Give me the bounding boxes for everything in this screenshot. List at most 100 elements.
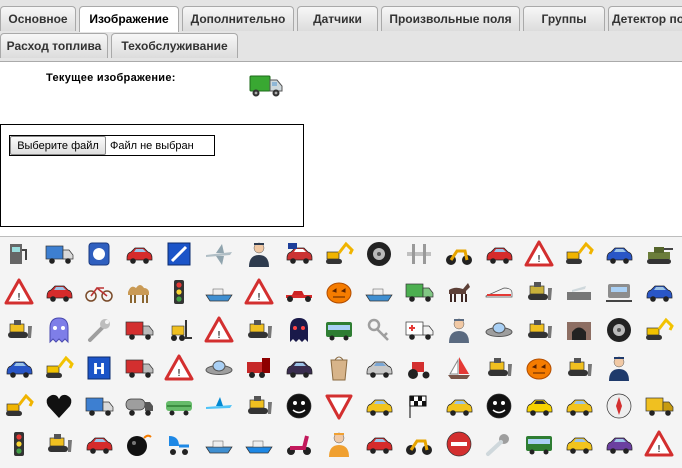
tank-truck-icon[interactable] xyxy=(124,392,154,420)
motorcycle-icon[interactable] xyxy=(404,430,434,458)
bulldozer-icon[interactable] xyxy=(244,392,274,420)
pacman-ghost-icon[interactable] xyxy=(284,316,314,344)
bicycle-icon[interactable] xyxy=(84,278,114,306)
tab-5[interactable]: Группы xyxy=(523,6,605,31)
jet-ski-icon[interactable] xyxy=(244,430,274,458)
boat-icon[interactable] xyxy=(204,430,234,458)
yellow-car-icon[interactable] xyxy=(564,430,594,458)
tab-4[interactable]: Произвольные поля xyxy=(381,6,520,31)
wrench-icon[interactable] xyxy=(84,316,114,344)
excavator-icon[interactable] xyxy=(324,240,354,268)
warning-sign-icon[interactable]: ! xyxy=(644,430,674,458)
forklift-icon[interactable] xyxy=(164,316,194,344)
jet-plane-icon[interactable] xyxy=(204,240,234,268)
silver-car-icon[interactable] xyxy=(364,354,394,382)
usa-flag-car-icon[interactable] xyxy=(284,240,314,268)
bulldozer-icon[interactable] xyxy=(4,316,34,344)
locomotive-icon[interactable] xyxy=(244,354,274,382)
warning-sign-icon[interactable]: ! xyxy=(164,354,194,382)
blue-car-icon[interactable] xyxy=(4,354,34,382)
yellow-car-icon[interactable] xyxy=(564,392,594,420)
officer-person-icon[interactable] xyxy=(604,354,634,382)
pumpkin-icon[interactable] xyxy=(524,354,554,382)
truck-icon[interactable] xyxy=(124,354,154,382)
tracked-vehicle-icon[interactable] xyxy=(524,278,554,306)
truck-icon[interactable] xyxy=(124,316,154,344)
tab-3[interactable]: Датчики xyxy=(297,6,378,31)
yellow-car-icon[interactable] xyxy=(364,392,394,420)
warning-sign-icon[interactable]: ! xyxy=(204,316,234,344)
bulldozer-icon[interactable] xyxy=(564,354,594,382)
horse-icon[interactable] xyxy=(444,278,474,306)
red-car-icon[interactable] xyxy=(84,430,114,458)
tram-icon[interactable] xyxy=(604,278,634,306)
ufo-icon[interactable] xyxy=(484,316,514,344)
sailboat-icon[interactable] xyxy=(444,354,474,382)
file-input[interactable]: Выберите файл Файл не выбран xyxy=(9,135,215,156)
plane-icon[interactable] xyxy=(204,392,234,420)
boat-icon[interactable] xyxy=(204,278,234,306)
road-warning-sign-icon[interactable]: ! xyxy=(524,240,554,268)
red-car-icon[interactable] xyxy=(364,430,394,458)
blue-truck-icon[interactable] xyxy=(84,392,114,420)
traffic-light-icon[interactable] xyxy=(4,430,34,458)
bulldozer-icon[interactable] xyxy=(44,430,74,458)
dump-truck-icon[interactable] xyxy=(644,392,674,420)
camel-icon[interactable] xyxy=(124,278,154,306)
pier-icon[interactable] xyxy=(404,240,434,268)
bullet-train-icon[interactable] xyxy=(484,278,514,306)
compass-icon[interactable] xyxy=(604,392,634,420)
baby-stroller-icon[interactable] xyxy=(164,430,194,458)
bus-icon[interactable] xyxy=(524,430,554,458)
train-icon[interactable] xyxy=(164,392,194,420)
formula-car-icon[interactable] xyxy=(284,278,314,306)
paper-bag-icon[interactable] xyxy=(324,354,354,382)
army-tank-icon[interactable] xyxy=(644,240,674,268)
tab-2[interactable]: Дополнительно xyxy=(182,6,294,31)
excavator-icon[interactable] xyxy=(564,240,594,268)
yellow-car-icon[interactable] xyxy=(444,392,474,420)
red-car-icon[interactable] xyxy=(124,240,154,268)
blue-truck-icon[interactable] xyxy=(44,240,74,268)
choose-file-button[interactable]: Выберите файл xyxy=(10,136,106,155)
checkered-flags-icon[interactable] xyxy=(404,392,434,420)
gas-station-icon[interactable] xyxy=(4,240,34,268)
boat-icon[interactable] xyxy=(364,278,394,306)
crane-icon[interactable] xyxy=(644,316,674,344)
tab-0[interactable]: Основное xyxy=(0,6,76,31)
blue-square-sign-icon[interactable] xyxy=(164,240,194,268)
bus-icon[interactable] xyxy=(324,316,354,344)
dark-car-icon[interactable] xyxy=(284,354,314,382)
crane-icon[interactable] xyxy=(44,354,74,382)
heart-icon[interactable] xyxy=(44,392,74,420)
green-van-icon[interactable] xyxy=(404,278,434,306)
comet-icon[interactable] xyxy=(484,430,514,458)
ghost-icon[interactable] xyxy=(44,316,74,344)
blue-car-icon[interactable] xyxy=(644,278,674,306)
red-car-icon[interactable] xyxy=(44,278,74,306)
bulldozer-icon[interactable] xyxy=(524,316,554,344)
tab-8[interactable]: Техобслуживание xyxy=(111,33,238,58)
tire-icon[interactable] xyxy=(604,316,634,344)
keys-icon[interactable] xyxy=(364,316,394,344)
yellow-taxi-icon[interactable] xyxy=(524,392,554,420)
blue-badge-icon[interactable] xyxy=(84,240,114,268)
tab-7[interactable]: Расход топлива xyxy=(0,33,108,58)
pilot-person-icon[interactable] xyxy=(244,240,274,268)
traffic-light-icon[interactable] xyxy=(164,278,194,306)
tunnel-icon[interactable] xyxy=(564,316,594,344)
tractor-icon[interactable] xyxy=(404,354,434,382)
warning-sign-icon[interactable]: ! xyxy=(4,278,34,306)
smiley-face-icon[interactable] xyxy=(284,392,314,420)
worker-person-icon[interactable] xyxy=(324,430,354,458)
bulldozer-icon[interactable] xyxy=(244,316,274,344)
smiley-face-icon[interactable] xyxy=(484,392,514,420)
yield-sign-icon[interactable] xyxy=(324,392,354,420)
tab-1[interactable]: Изображение xyxy=(79,6,179,32)
excavator-icon[interactable] xyxy=(4,392,34,420)
tab-6[interactable]: Детектор по xyxy=(608,6,682,31)
no-entry-sign-icon[interactable] xyxy=(444,430,474,458)
bulldozer-icon[interactable] xyxy=(484,354,514,382)
purple-car-icon[interactable] xyxy=(604,430,634,458)
ambulance-icon[interactable] xyxy=(404,316,434,344)
